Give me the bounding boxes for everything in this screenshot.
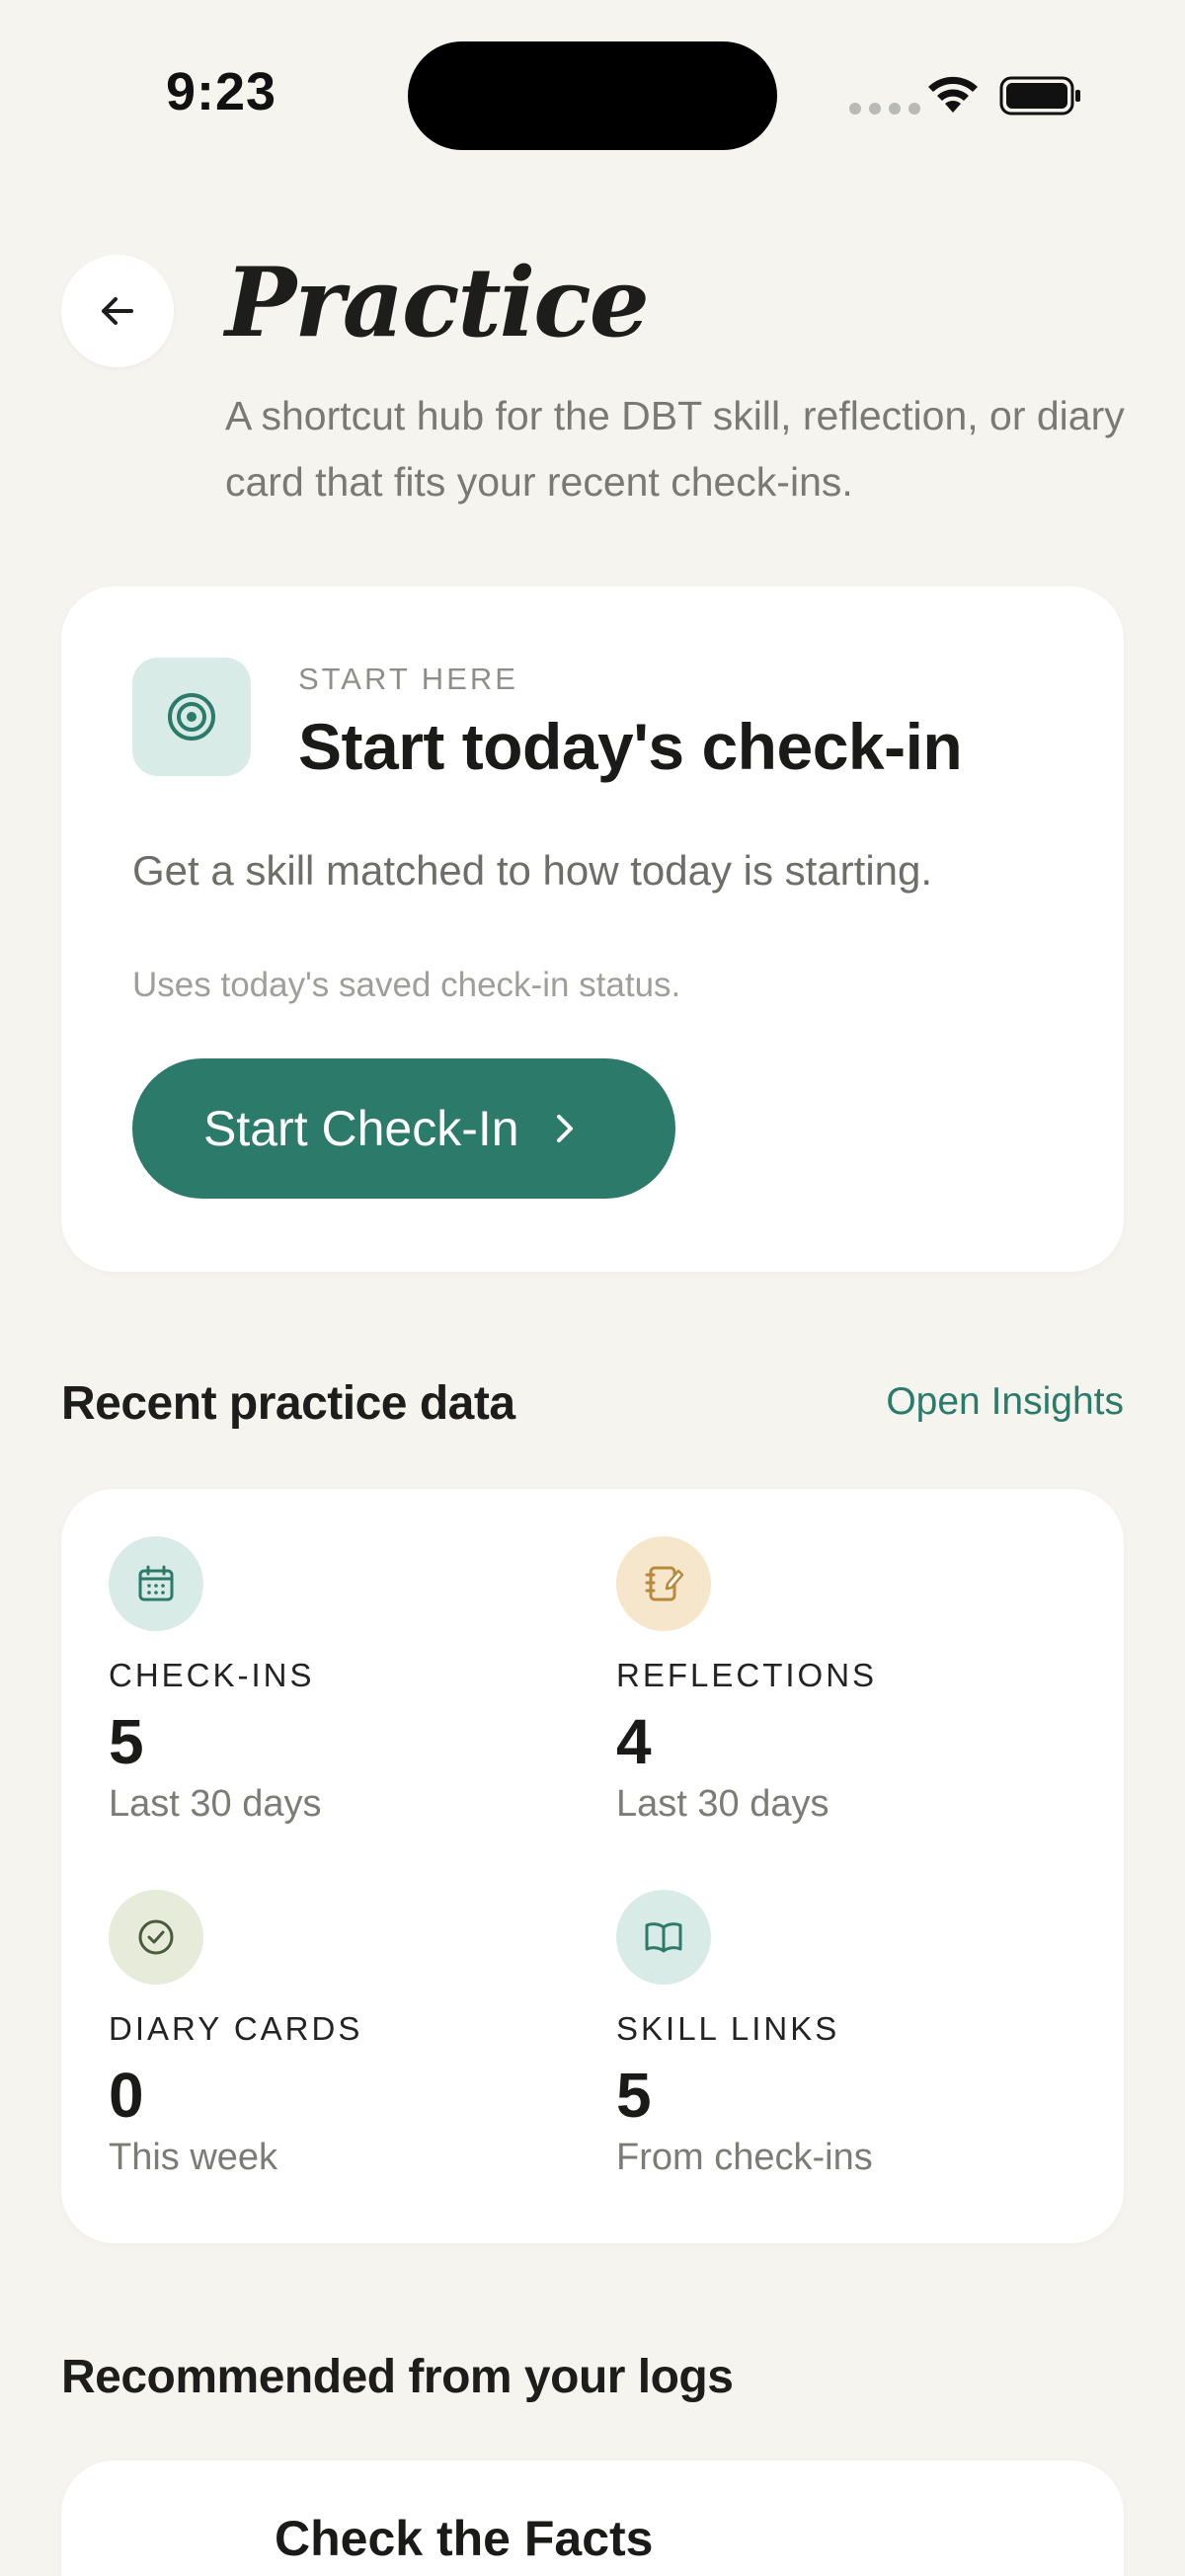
- card-description: Get a skill matched to how today is star…: [132, 847, 933, 894]
- stat-caption: Last 30 days: [616, 1783, 830, 1825]
- page-subtitle: A shortcut hub for the DBT skill, reflec…: [225, 393, 1125, 505]
- back-button[interactable]: [61, 255, 174, 367]
- stat-diary-cards: DIARY CARDS 0 This week: [109, 1890, 563, 2179]
- book-open-icon: [616, 1890, 711, 1985]
- chevron-right-icon: [556, 1115, 573, 1142]
- recommendation-card[interactable]: Check the Facts: [61, 2460, 1124, 2576]
- dynamic-island: [408, 41, 777, 150]
- open-insights-link[interactable]: Open Insights: [886, 1380, 1124, 1424]
- stat-value: 5: [616, 2060, 652, 2131]
- calendar-icon: [109, 1536, 203, 1631]
- start-checkin-button[interactable]: Start Check-In: [132, 1058, 675, 1199]
- stat-label: CHECK-INS: [109, 1657, 315, 1693]
- arrow-left-icon: [102, 297, 133, 325]
- recommended-section-title: Recommended from your logs: [61, 2351, 734, 2403]
- status-bar: 9:23: [0, 0, 1185, 188]
- target-icon: [132, 658, 251, 776]
- wifi-icon: [928, 76, 978, 113]
- card-title: Start today's check-in: [298, 710, 963, 783]
- recent-section-title: Recent practice data: [61, 1377, 515, 1430]
- check-circle-icon: [109, 1890, 203, 1985]
- stat-value: 0: [109, 2060, 144, 2131]
- cellular-signal-icon: [849, 103, 920, 115]
- notebook-pen-icon: [616, 1536, 711, 1631]
- card-note: Uses today's saved check-in status.: [132, 966, 681, 1004]
- stat-label: SKILL LINKS: [616, 2010, 840, 2047]
- battery-icon: [999, 76, 1080, 116]
- stat-label: REFLECTIONS: [616, 1657, 878, 1693]
- recommendation-title: Check the Facts: [275, 2511, 654, 2566]
- stat-value: 5: [109, 1706, 144, 1777]
- status-time: 9:23: [166, 62, 277, 121]
- stats-card: CHECK-INS 5 Last 30 days REFLECTIONS 4 L…: [61, 1489, 1124, 2243]
- start-checkin-card: START HERE Start today's check-in Get a …: [61, 586, 1124, 1272]
- page-title: Practice: [225, 247, 650, 358]
- stat-label: DIARY CARDS: [109, 2010, 363, 2047]
- card-eyebrow: START HERE: [298, 662, 518, 696]
- stat-value: 4: [616, 1706, 652, 1777]
- stat-checkins: CHECK-INS 5 Last 30 days: [109, 1536, 563, 1826]
- stat-reflections: REFLECTIONS 4 Last 30 days: [616, 1536, 1070, 1826]
- stat-caption: From check-ins: [616, 2137, 873, 2178]
- stat-caption: Last 30 days: [109, 1783, 322, 1825]
- start-checkin-button-label: Start Check-In: [203, 1101, 519, 1156]
- stat-skill-links: SKILL LINKS 5 From check-ins: [616, 1890, 1070, 2179]
- stat-caption: This week: [109, 2137, 278, 2178]
